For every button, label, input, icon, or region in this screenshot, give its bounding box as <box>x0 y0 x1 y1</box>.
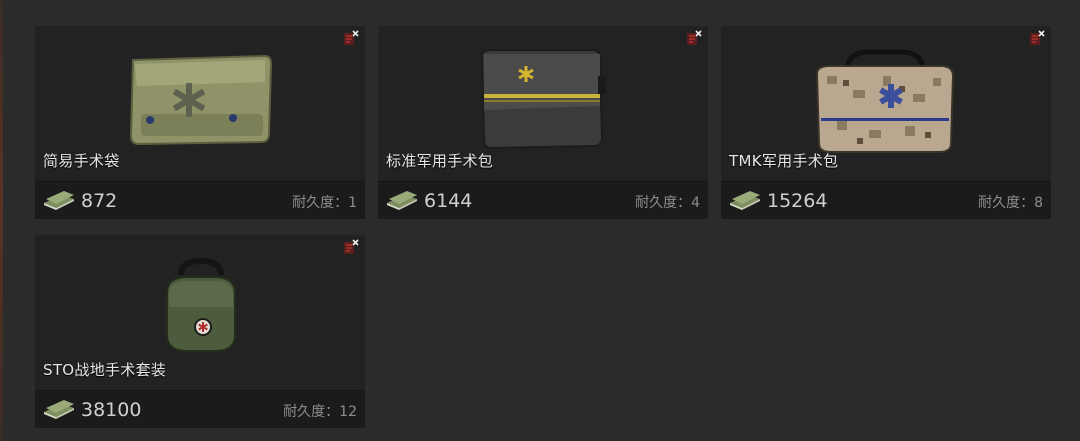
medical-pouch-olive-icon <box>129 54 273 146</box>
item-durability: 耐久度：8 <box>978 195 1043 211</box>
cash-stack-icon <box>44 400 74 419</box>
cash-stack-icon <box>44 191 74 210</box>
medical-case-digital-camo-icon <box>815 49 955 153</box>
item-price: 6144 <box>424 190 473 212</box>
item-price: 15264 <box>767 190 828 212</box>
item-name: TMK军用手术包 <box>729 152 839 170</box>
item-price: 872 <box>81 190 118 212</box>
item-card-tmk-military-surgical-bag[interactable]: TMK军用手术包 15264 耐久度：8 <box>721 26 1051 219</box>
no-insurance-flag-icon <box>687 30 702 45</box>
no-insurance-flag-icon <box>344 239 359 254</box>
item-durability: 耐久度：1 <box>292 195 357 211</box>
cash-stack-icon <box>387 191 417 210</box>
item-name: 简易手术袋 <box>43 152 120 170</box>
item-card-standard-military-surgical-bag[interactable]: 标准军用手术包 6144 耐久度：4 <box>378 26 708 219</box>
cash-stack-icon <box>730 191 760 210</box>
item-name: STO战地手术套装 <box>43 361 167 379</box>
item-price: 38100 <box>81 399 142 421</box>
medical-bag-black-icon <box>480 49 606 150</box>
item-card-sto-field-surgical-kit[interactable]: STO战地手术套装 38100 耐久度：12 <box>35 235 365 428</box>
item-name: 标准军用手术包 <box>386 152 494 170</box>
item-footer: 38100 耐久度：12 <box>35 390 365 428</box>
item-image-area: STO战地手术套装 <box>35 235 365 387</box>
left-edge-accent <box>0 0 3 441</box>
no-insurance-flag-icon <box>344 30 359 45</box>
no-insurance-flag-icon <box>1030 30 1045 45</box>
item-footer: 872 耐久度：1 <box>35 181 365 219</box>
item-image-area: 标准军用手术包 <box>378 26 708 178</box>
item-image-area: 简易手术袋 <box>35 26 365 178</box>
item-card-simple-surgical-pouch[interactable]: 简易手术袋 872 耐久度：1 <box>35 26 365 219</box>
medical-kit-green-icon <box>166 257 236 352</box>
item-footer: 15264 耐久度：8 <box>721 181 1051 219</box>
item-footer: 6144 耐久度：4 <box>378 181 708 219</box>
item-durability: 耐久度：12 <box>283 404 357 420</box>
item-durability: 耐久度：4 <box>635 195 700 211</box>
item-image-area: TMK军用手术包 <box>721 26 1051 178</box>
